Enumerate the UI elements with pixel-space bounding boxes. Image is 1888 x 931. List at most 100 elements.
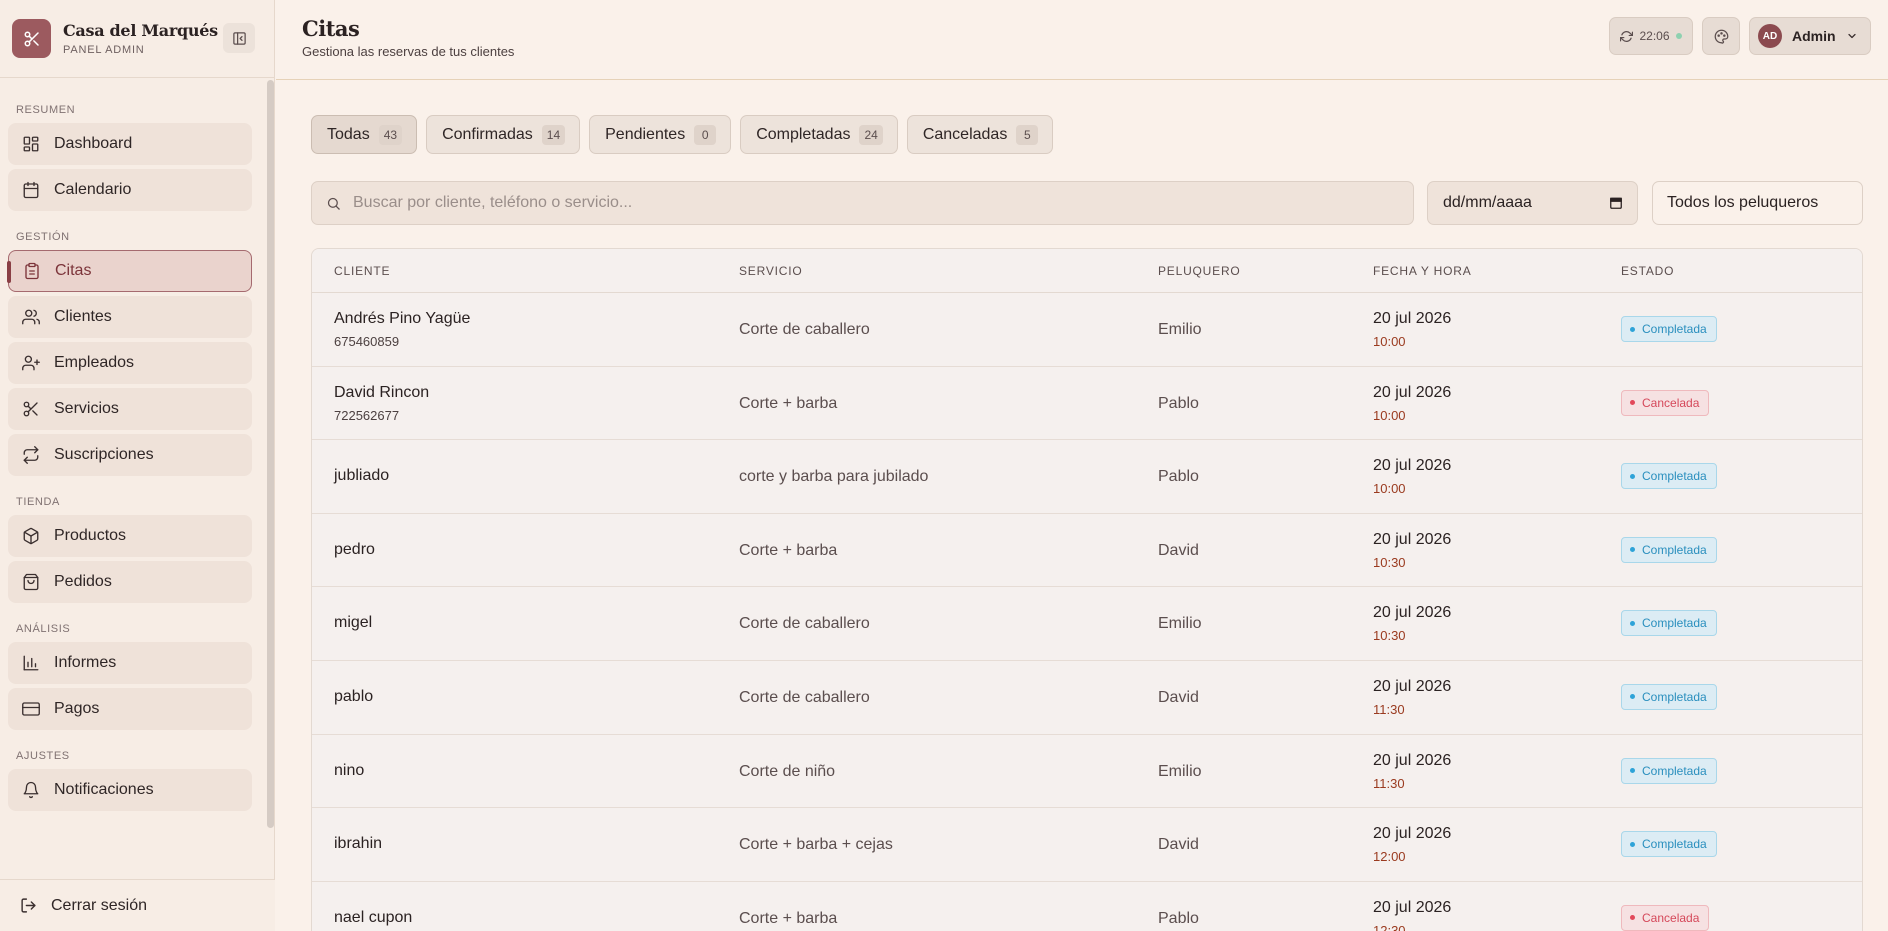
service-cell: Corte de caballero	[739, 615, 870, 633]
status-cell: Completada	[1621, 683, 1717, 710]
tab-todas[interactable]: Todas 43	[311, 115, 418, 154]
client-cell: nino	[334, 762, 364, 780]
appointment-date: 20 jul 2026	[1373, 825, 1452, 843]
status-dot	[1630, 915, 1635, 921]
sidebar-item-calendario[interactable]: Calendario	[8, 169, 252, 211]
appointment-date: 20 jul 2026	[1373, 310, 1452, 327]
appointment-time: 10:00	[1373, 407, 1406, 423]
client-cell: Andrés Pino Yagüe 675460859	[334, 310, 470, 349]
barber-filter-select[interactable]: Todos los peluqueros	[1652, 181, 1863, 225]
status-badge[interactable]: Completada	[1621, 536, 1717, 563]
client-name: nael cupon	[334, 908, 413, 926]
tab-canceladas[interactable]: Canceladas 5	[906, 115, 1054, 154]
datetime-cell: 20 jul 2026 10:30	[1373, 604, 1451, 643]
table-row[interactable]: jubliado corte y barba para jubilado Pablo…	[312, 440, 1862, 514]
sidebar-item-label: Empleados	[54, 354, 135, 371]
table-row[interactable]: pedro Corte + barba David 20 jul 2026 10:30 C…	[312, 514, 1862, 588]
sidebar-section-label: TIENDA	[16, 496, 60, 508]
column-header-client[interactable]: CLIENTE	[334, 264, 390, 278]
table-row[interactable]: nael cupon Corte + barba Pablo 20 jul 2026 1…	[312, 882, 1862, 931]
appointment-date: 20 jul 2026	[1373, 751, 1452, 769]
service-cell: Corte + barba	[739, 909, 838, 927]
sidebar-item-pagos[interactable]: Pagos	[8, 688, 252, 730]
service-cell: Corte + barba	[739, 394, 838, 412]
sidebar-item-label: Clientes	[54, 308, 112, 325]
status-badge[interactable]: Completada	[1621, 831, 1717, 858]
status-badge[interactable]: Completada	[1621, 316, 1717, 342]
client-name: migel	[334, 614, 373, 632]
status-filter-tabs: Todas 43 Confirmadas 14 Pendientes 0 Completad…	[311, 115, 1062, 154]
table-row[interactable]: David Rincon 722562677 Corte + barba Pablo 2…	[312, 367, 1862, 441]
column-header-status[interactable]: ESTADO	[1621, 264, 1674, 278]
status-label: Completada	[1642, 616, 1707, 631]
date-placeholder: dd/mm/aaaa	[1443, 194, 1532, 211]
table-row[interactable]: ibrahin Corte + barba + cejas David 20 jul …	[312, 808, 1862, 882]
tab-count-badge: 5	[1016, 124, 1039, 145]
calendar-picker-icon[interactable]	[1609, 196, 1623, 210]
sidebar-item-label: Pagos	[54, 700, 100, 717]
status-badge[interactable]: Cancelada	[1621, 904, 1710, 931]
sidebar-item-suscripciones[interactable]: Suscripciones	[8, 434, 252, 476]
credit-card-icon	[22, 702, 40, 716]
datetime-cell: 20 jul 2026 12:00	[1373, 825, 1451, 864]
table-row[interactable]: Andrés Pino Yagüe 675460859 Corte de cabal…	[312, 293, 1862, 367]
status-badge[interactable]: Completada	[1621, 757, 1717, 784]
scissors-icon	[23, 401, 38, 417]
theme-button[interactable]	[1702, 17, 1740, 55]
client-cell: pablo	[334, 688, 373, 706]
status-cell: Completada	[1621, 536, 1717, 563]
status-badge[interactable]: Completada	[1621, 463, 1717, 490]
sidebar-item-productos[interactable]: Productos	[8, 515, 252, 557]
status-badge[interactable]: Completada	[1621, 683, 1717, 710]
refresh-button[interactable]: 22:06	[1609, 17, 1693, 55]
service-cell: Corte + barba + cejas	[739, 836, 893, 854]
top-header: Citas Gestiona las reservas de tus clien…	[276, 0, 1888, 80]
search-icon	[327, 197, 340, 210]
datetime-cell: 20 jul 2026 10:00	[1373, 310, 1451, 349]
datetime-cell: 20 jul 2026 10:30	[1373, 531, 1451, 570]
sidebar-item-pedidos[interactable]: Pedidos	[8, 561, 252, 603]
table-row[interactable]: pablo Corte de caballero David 20 jul 2026 1…	[312, 661, 1862, 735]
sidebar-scrollbar[interactable]	[267, 80, 274, 828]
table-row[interactable]: migel Corte de caballero Emilio 20 jul 2026…	[312, 587, 1862, 661]
page-subtitle: Gestiona las reservas de tus clientes	[302, 44, 515, 59]
sidebar-item-label: Pedidos	[54, 573, 112, 590]
appointment-time: 11:30	[1373, 775, 1405, 791]
sidebar-item-notificaciones[interactable]: Notificaciones	[8, 769, 252, 811]
table-row[interactable]: nino Corte de niño Emilio 20 jul 2026 11:30 C…	[312, 735, 1862, 809]
column-header-barber[interactable]: PELUQUERO	[1158, 264, 1241, 278]
service-cell: corte y barba para jubilado	[739, 468, 929, 486]
service-cell: Corte de niño	[739, 762, 836, 780]
client-cell: David Rincon 722562677	[334, 384, 429, 423]
sidebar-item-dashboard[interactable]: Dashboard	[8, 123, 252, 165]
date-filter-input[interactable]: dd/mm/aaaa	[1427, 181, 1638, 225]
status-badge[interactable]: Cancelada	[1621, 389, 1710, 416]
sidebar-item-empleados[interactable]: Empleados	[8, 342, 252, 384]
table-body: Andrés Pino Yagüe 675460859 Corte de cabal…	[312, 293, 1862, 931]
search-input[interactable]	[353, 194, 1393, 212]
status-label: Cancelada	[1642, 910, 1700, 925]
column-header-datetime[interactable]: FECHA Y HORA	[1373, 264, 1472, 278]
appointment-time: 10:00	[1373, 481, 1406, 497]
search-box[interactable]	[311, 181, 1414, 225]
logout-button[interactable]: Cerrar sesión	[0, 879, 275, 931]
sidebar-item-label: Productos	[54, 527, 127, 544]
tab-confirmadas[interactable]: Confirmadas 14	[426, 115, 581, 154]
user-name: Admin	[1792, 28, 1836, 44]
sidebar-item-clientes[interactable]: Clientes	[8, 296, 252, 338]
appointment-time: 12:30	[1373, 922, 1406, 931]
tab-pendientes[interactable]: Pendientes 0	[589, 115, 732, 154]
status-label: Completada	[1642, 542, 1707, 557]
sidebar-item-servicios[interactable]: Servicios	[8, 388, 252, 430]
user-menu-button[interactable]: AD Admin	[1749, 17, 1871, 55]
column-header-service[interactable]: SERVICIO	[739, 264, 803, 278]
sidebar-section-label: ANÁLISIS	[16, 623, 71, 635]
appointment-date: 20 jul 2026	[1373, 898, 1452, 916]
status-badge[interactable]: Completada	[1621, 610, 1717, 637]
sidebar-item-label: Servicios	[54, 400, 119, 417]
sidebar-item-informes[interactable]: Informes	[8, 642, 252, 684]
tab-completadas[interactable]: Completadas 24	[740, 115, 898, 154]
collapse-sidebar-button[interactable]	[223, 23, 255, 53]
avatar: AD	[1758, 24, 1782, 48]
sidebar-item-citas[interactable]: Citas	[7, 250, 252, 292]
